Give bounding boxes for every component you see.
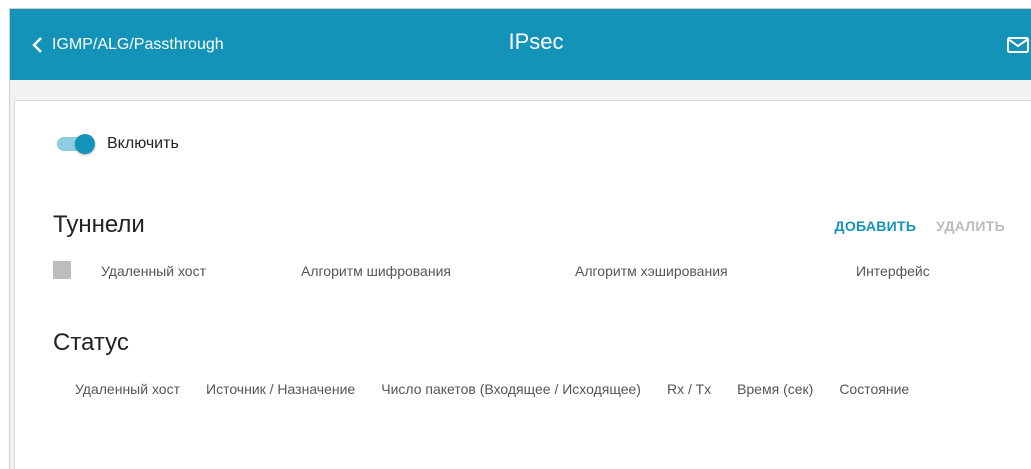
status-column-state: Состояние xyxy=(839,381,910,397)
column-encryption[interactable]: Алгоритм шифрования xyxy=(301,263,451,279)
toggle-knob xyxy=(75,134,95,154)
status-column-packet-count: Число пакетов (Входящее / Исходящее) xyxy=(381,381,641,397)
content-panel: Включить Туннели ДОБАВИТЬ УДАЛИТЬ Удален… xyxy=(14,100,1031,469)
tunnels-table-header: Удаленный хост Алгоритм шифрования Алгор… xyxy=(53,261,1013,281)
select-all-checkbox[interactable] xyxy=(53,261,71,279)
status-column-rx-tx: Rx / Tx xyxy=(666,381,712,397)
enable-toggle-row: Включить xyxy=(55,134,179,154)
column-remote-host[interactable]: Удаленный хост xyxy=(101,263,206,279)
status-column-source-destination: Источник / Назначение xyxy=(206,381,356,397)
app-frame: IGMP/ALG/Passthrough IPsec Включить Тунн… xyxy=(9,8,1031,469)
enable-toggle[interactable] xyxy=(55,134,95,154)
page-header: IGMP/ALG/Passthrough IPsec xyxy=(10,9,1031,80)
status-column-time: Время (сек) xyxy=(737,381,814,397)
tunnels-title: Туннели xyxy=(53,211,145,238)
status-column-remote-host: Удаленный хост xyxy=(75,381,180,397)
column-interface[interactable]: Интерфейс xyxy=(856,263,930,279)
delete-button[interactable]: УДАЛИТЬ xyxy=(936,218,1005,234)
tunnel-actions: ДОБАВИТЬ УДАЛИТЬ xyxy=(819,218,1005,234)
status-title: Статус xyxy=(53,329,129,356)
column-hashing[interactable]: Алгоритм хэширования xyxy=(575,263,728,279)
enable-toggle-label: Включить xyxy=(107,135,179,152)
mail-icon[interactable] xyxy=(1006,35,1030,55)
status-table-header: Удаленный хост Источник / Назначение Чис… xyxy=(75,381,935,397)
add-button[interactable]: ДОБАВИТЬ xyxy=(835,218,917,234)
page-title: IPsec xyxy=(508,29,564,54)
